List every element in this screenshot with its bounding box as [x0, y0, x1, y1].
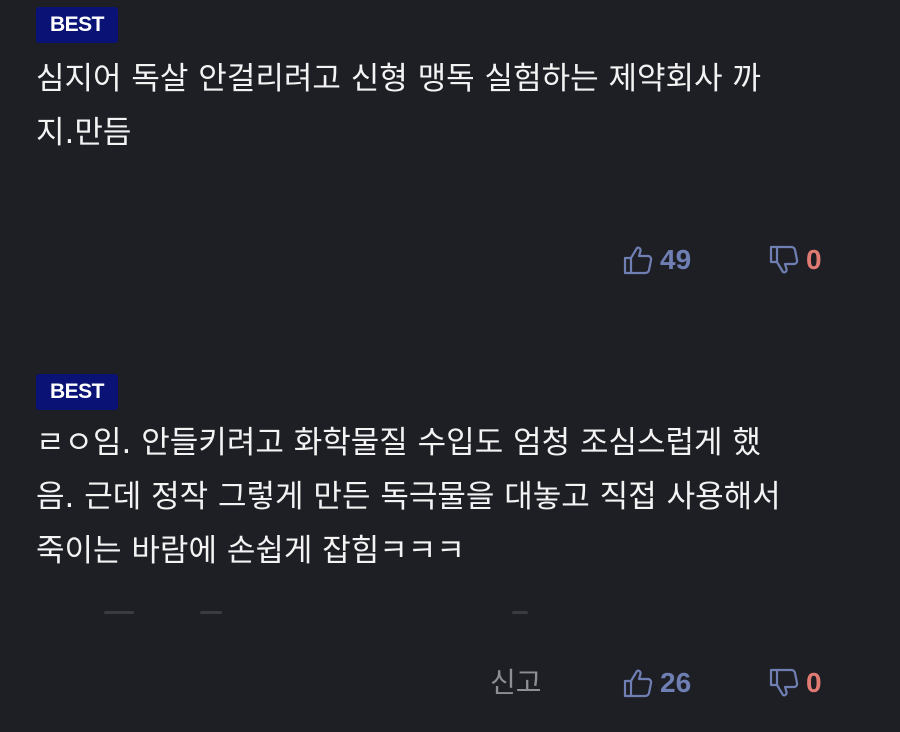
like-button[interactable]: 26	[622, 663, 691, 703]
like-count: 26	[660, 667, 692, 698]
divider-artifact	[104, 611, 134, 614]
dislike-count: 0	[806, 667, 822, 698]
comment-text-line: 음. 근데 정작 그렇게 만든 독극물을 대놓고 직접 사용해서	[36, 479, 781, 515]
comment-actions: 49 0	[0, 240, 900, 280]
best-badge: BEST	[36, 374, 118, 410]
like-button[interactable]: 49	[622, 240, 691, 280]
thumbs-down-icon	[768, 244, 800, 276]
comment-text-line: 심지어 독살 안걸리려고 신형 맹독 실험하는 제약회사 까	[36, 61, 761, 97]
comment-item: BEST ㄹㅇ임. 안들키려고 화학물질 수입도 엄청 조심스럽게 했 음. 근…	[0, 366, 900, 732]
comment-text-line: 지.만듬	[36, 115, 132, 151]
thumbs-up-icon	[622, 244, 654, 276]
divider-artifact	[200, 611, 222, 614]
dislike-count: 0	[806, 244, 822, 275]
comment-item: BEST 심지어 독살 안걸리려고 신형 맹독 실험하는 제약회사 까 지.만듬…	[0, 0, 900, 366]
report-button[interactable]: 신고	[490, 663, 542, 703]
best-badge: BEST	[36, 7, 118, 43]
thumbs-down-icon	[768, 667, 800, 699]
comment-text: 심지어 독살 안걸리려고 신형 맹독 실험하는 제약회사 까 지.만듬	[36, 52, 876, 160]
comment-text: ㄹㅇ임. 안들키려고 화학물질 수입도 엄청 조심스럽게 했 음. 근데 정작 …	[36, 416, 876, 578]
comment-text-line: ㄹㅇ임. 안들키려고 화학물질 수입도 엄청 조심스럽게 했	[36, 425, 761, 461]
divider-artifact	[512, 611, 528, 614]
comment-text-line: 죽이는 바람에 손쉽게 잡힘ㅋㅋㅋ	[36, 533, 465, 569]
like-count: 49	[660, 244, 692, 275]
dislike-button[interactable]: 0	[768, 240, 822, 280]
thumbs-up-icon	[622, 667, 654, 699]
dislike-button[interactable]: 0	[768, 663, 822, 703]
comment-actions: 신고 26 0	[0, 663, 900, 703]
